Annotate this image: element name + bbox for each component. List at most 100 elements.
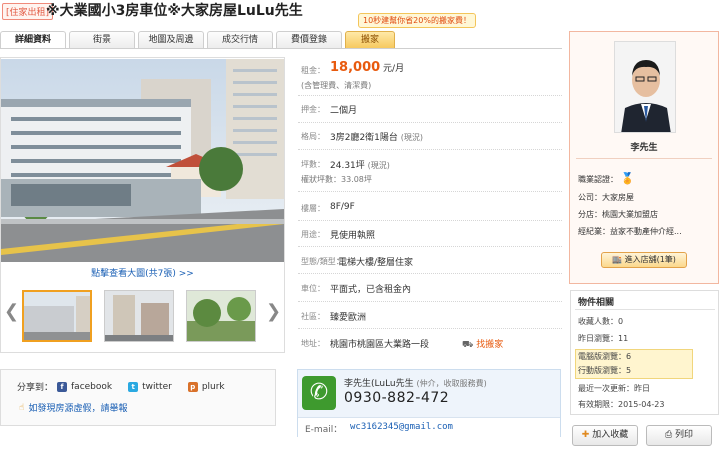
listing-title: ※大業國小3房車位※大家房屋LuLu先生 (46, 3, 303, 19)
agent-cert-label: 職業認證： (578, 175, 618, 184)
contact-name: 李先生(LuLu先生 (344, 379, 414, 389)
email-link[interactable]: wc3162345@gmail.com (350, 422, 453, 432)
bookmark-icon: ✚ (581, 430, 590, 440)
contact-role: (仲介，收取服務費) (416, 379, 487, 388)
share-twitter-link[interactable]: twitter (142, 382, 172, 392)
spec-usage: 用途： 見使用執照 (298, 221, 562, 247)
share-plurk-link[interactable]: plurk (202, 382, 225, 392)
cert-medal-icon: 🏅 (620, 172, 635, 185)
spec-parking: 車位： 平面式，已含租金內 (298, 274, 562, 302)
spec-area: 坪數： 24.31坪 (現況) 權狀坪數：33.08坪 (298, 150, 562, 192)
thumbnail-3[interactable] (186, 290, 256, 342)
share-label: 分享到： (17, 383, 54, 393)
report-link[interactable]: 如發現房源虛假，請舉報 (28, 401, 127, 414)
deposit-value: 二個月 (330, 106, 358, 116)
tab-price-registry[interactable]: 費價登錄 (276, 31, 342, 49)
spec-deposit: 押金： 二個月 (298, 96, 562, 123)
listing-stats-panel: 物件相關 收藏人數：0 昨日瀏覽：11 電腦版瀏覽：6 行動版瀏覽：5 最近一次… (570, 290, 719, 415)
plurk-icon[interactable]: p (187, 381, 198, 392)
stat-expiry: 有效期限：2015-04-23 (578, 400, 665, 409)
share-panel: 分享到： f facebook t twitter p plurk ☝ 如發現房… (0, 369, 276, 426)
tab-street-view[interactable]: 街景 (69, 31, 135, 49)
contact-phone[interactable]: 0930-882-472 (344, 390, 449, 406)
parking-value: 平面式，已含租金內 (330, 285, 412, 295)
view-gallery-link[interactable]: 點擊查看大圖(共7張) >> (0, 266, 285, 279)
layout-value: 3房2廳2衛1陽台 (330, 133, 398, 143)
facebook-icon[interactable]: f (57, 381, 68, 392)
stat-last-update: 最近一次更新：昨日 (578, 384, 650, 393)
agent-brokerage-text: 經紀業：益家不動產仲介經... (578, 227, 682, 236)
spec-type: 型態/類型： 電梯大樓/整層住家 (298, 247, 562, 274)
agent-cert: 職業認證： 🏅 (578, 172, 634, 185)
truck-icon: ⛟ (462, 340, 474, 350)
stat-pc-views: 電腦版瀏覽：6 (578, 352, 632, 361)
email-row: E-mail： wc3162345@gmail.com (298, 417, 560, 437)
phone-icon: ✆ (302, 376, 336, 410)
chevron-right-icon[interactable]: ❯ (266, 301, 281, 322)
twitter-icon[interactable]: t (128, 381, 139, 392)
spec-floor: 樓層： 8F/9F (298, 192, 562, 221)
contact-panel: ✆ 李先生(LuLu先生 (仲介，收取服務費) 0930-882-472 E-m… (297, 369, 561, 437)
agent-card: 李先生 職業認證： 🏅 公司：大家房屋 分店：桃園大業加盟店 經紀業：益家不動產… (569, 31, 719, 284)
agent-brokerage: 經紀業：益家不動產仲介經... (578, 226, 682, 237)
parking-label: 車位： (301, 284, 325, 293)
thumbnail-1[interactable] (22, 290, 92, 342)
usage-label: 用途： (301, 230, 325, 239)
store-icon: 🏬 (612, 255, 623, 264)
layout-value-group: 3房2廳2衛1陽台 (現況) (330, 130, 423, 143)
deposit-label: 押金： (301, 105, 325, 114)
tab-bar: 詳細資料 街景 地圖及周邊 成交行情 費價登錄 搬家 (0, 31, 400, 49)
rent-unit: 元/月 (383, 64, 405, 74)
agent-avatar (614, 41, 676, 133)
tab-underline (0, 48, 562, 49)
address-label: 地址： (301, 339, 325, 348)
chevron-left-icon[interactable]: ❮ (4, 301, 19, 322)
rent-value-group: 18,000 元/月 (330, 60, 404, 75)
area-value: 24.31坪 (330, 161, 365, 171)
floor-label: 樓層： (301, 204, 325, 213)
share-row: 分享到： f facebook t twitter p plurk (17, 380, 225, 393)
agent-company: 公司：大家房屋 (578, 193, 634, 202)
find-mover-label: 找搬家 (476, 340, 504, 350)
area-value-group: 24.31坪 (現況) (330, 158, 390, 171)
agent-branch: 分店：桃園大業加盟店 (578, 210, 658, 219)
community-label: 社區： (301, 312, 325, 321)
layout-label: 格局： (301, 132, 325, 141)
add-favorite-button[interactable]: ✚ 加入收藏 (572, 425, 638, 446)
tab-details[interactable]: 詳細資料 (0, 31, 66, 49)
rent-note: (含管理費、清潔費) (301, 81, 372, 90)
report-hand-icon: ☝ (19, 402, 25, 413)
address-value: 桃園市桃園區大業路一段 (330, 340, 430, 350)
print-button[interactable]: ⎙ 列印 (646, 425, 712, 446)
spec-rent: 租金： 18,000 元/月 (含管理費、清潔費) (298, 58, 562, 96)
usage-value: 見使用執照 (330, 231, 376, 241)
rent-value: 18,000 (330, 60, 381, 75)
printer-icon: ⎙ (664, 430, 673, 440)
spec-address: 地址： 桃園市桃園區大業路一段 ⛟ 找搬家 (298, 329, 562, 355)
thumbnail-strip: ❮ ❯ (0, 287, 285, 347)
area-note: (現況) (367, 161, 390, 170)
find-mover-link[interactable]: ⛟ 找搬家 (462, 337, 503, 351)
tab-moving[interactable]: 搬家 (345, 31, 395, 49)
stat-yesterday: 昨日瀏覽：11 (578, 334, 629, 343)
stats-title: 物件相關 (578, 298, 615, 308)
tab-map[interactable]: 地圖及周邊 (138, 31, 204, 49)
spec-community: 社區： 臻愛歐洲 (298, 302, 562, 329)
contact-name-row: 李先生(LuLu先生 (仲介，收取服務費) (344, 376, 487, 389)
enter-store-button[interactable]: 🏬 進入店舖(1筆) (601, 252, 687, 268)
community-value: 臻愛歐洲 (330, 313, 367, 323)
floor-value: 8F/9F (330, 202, 355, 212)
add-favorite-label: 加入收藏 (592, 430, 629, 440)
type-value: 電梯大樓/整層住家 (338, 258, 414, 268)
share-facebook-link[interactable]: facebook (71, 382, 112, 392)
report-row[interactable]: ☝ 如發現房源虛假，請舉報 (19, 401, 128, 415)
main-photo[interactable] (1, 59, 284, 262)
layout-note: (現況) (400, 133, 424, 142)
moving-promo-banner[interactable]: 10秒建幫你省20%的搬家費！ (358, 13, 476, 28)
thumbnail-2[interactable] (104, 290, 174, 342)
stat-mobile-views: 行動版瀏覽：5 (578, 366, 632, 375)
enter-store-label: 進入店舖(1筆) (624, 255, 676, 264)
area-deed: 權狀坪數：33.08坪 (301, 175, 372, 184)
spec-layout: 格局： 3房2廳2衛1陽台 (現況) (298, 123, 562, 150)
tab-transactions[interactable]: 成交行情 (207, 31, 273, 49)
